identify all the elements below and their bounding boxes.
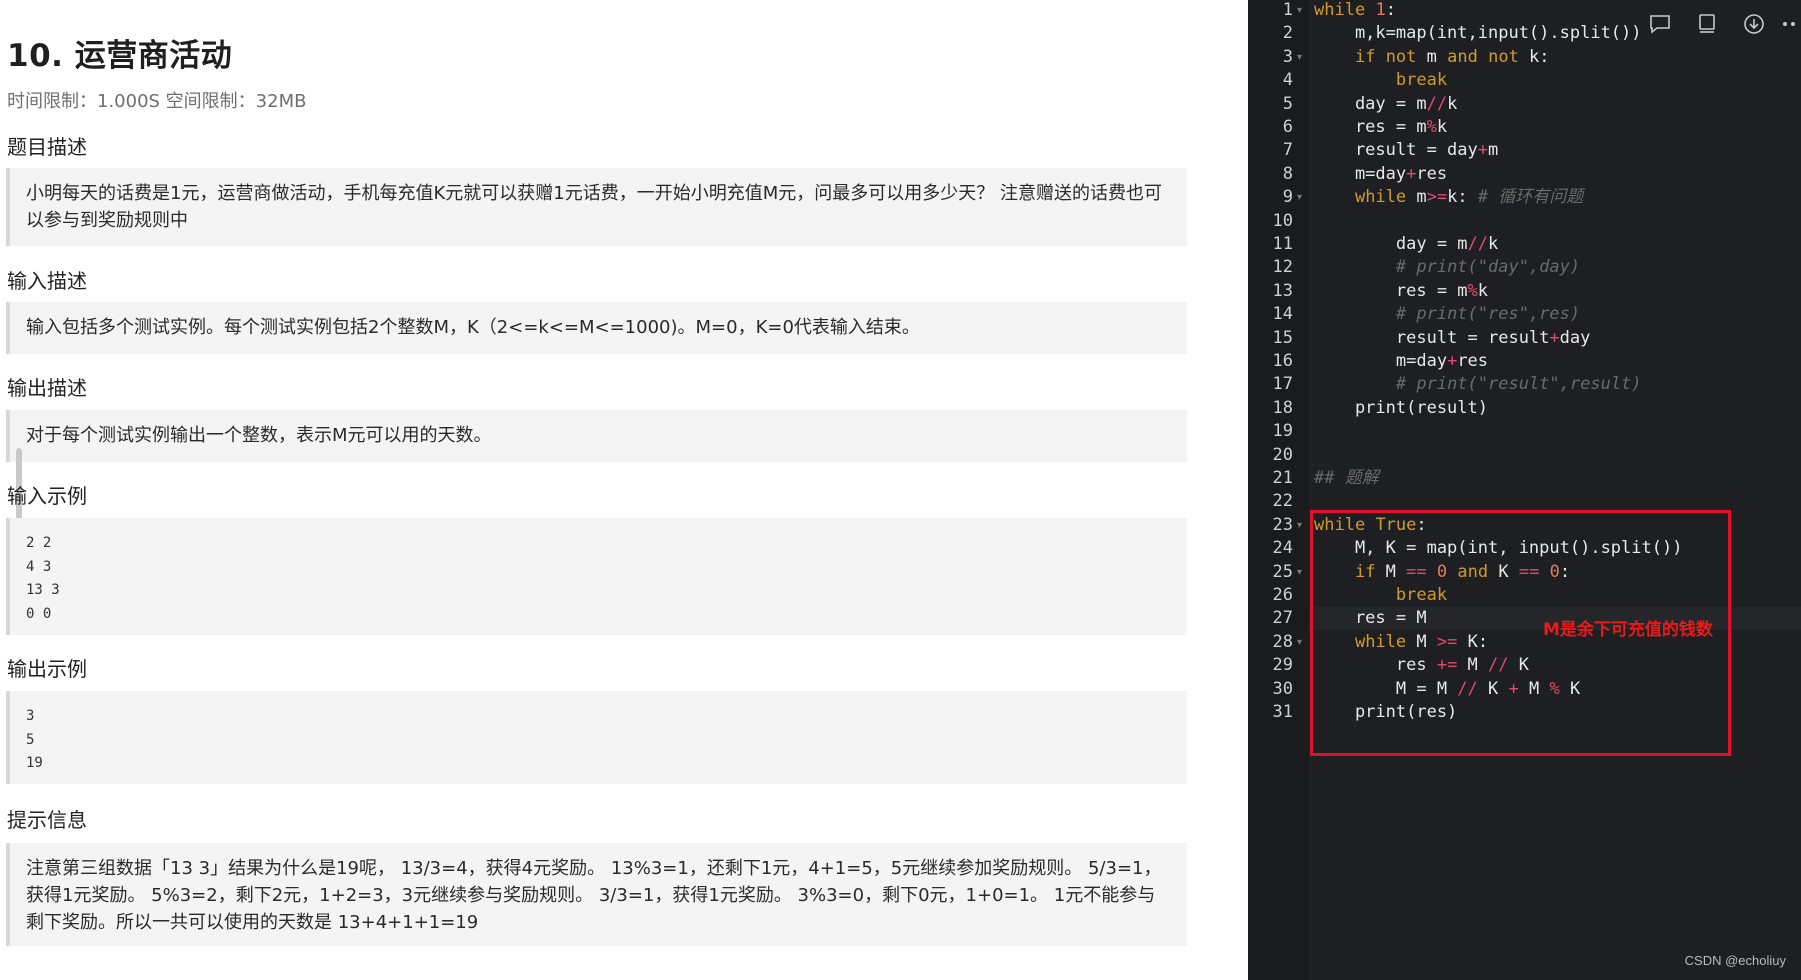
download-icon[interactable] [1730, 8, 1777, 40]
sample-output-text: 3 5 19 [26, 708, 43, 771]
comment-icon[interactable] [1636, 8, 1683, 40]
code-line[interactable]: ## 题解 [1314, 467, 1379, 490]
annotation-label: M是余下可充值的钱数 [1543, 620, 1713, 640]
line-number: 24 [1272, 538, 1293, 559]
watermark: CSDN @echoliuy [1684, 953, 1786, 968]
hint-block: 注意第三组数据「13 3」结果为什么是19呢， 13/3=4，获得4元奖励。 1… [6, 843, 1187, 946]
output-heading: 输出描述 [7, 376, 87, 400]
line-number: 6 [1282, 117, 1293, 137]
problem-panel: 10. 运营商活动 时间限制：1.000S 空间限制：32MB 题目描述 小明每… [0, 0, 1248, 980]
line-number: 26 [1272, 585, 1293, 605]
problem-limits: 时间限制：1.000S 空间限制：32MB [7, 91, 307, 112]
line-number: 29 [1272, 655, 1293, 676]
code-line[interactable]: while 1: [1314, 0, 1396, 22]
output-block: 对于每个测试实例输出一个整数，表示M元可以用的天数。 [6, 410, 1187, 462]
code-line[interactable]: m=day+res [1314, 163, 1447, 186]
desc-block: 小明每天的话费是1元，运营商做活动，手机每充值K元就可以获赠1元话费，一开始小明… [6, 168, 1187, 246]
fold-arrow-icon[interactable]: ▾ [1297, 186, 1302, 209]
line-number: 28 [1272, 631, 1293, 652]
line-number: 17 [1272, 374, 1293, 395]
sample-input-text: 2 2 4 3 13 3 0 0 [26, 535, 60, 622]
line-number: 5 [1282, 93, 1293, 114]
sample-output-block: 3 5 19 [6, 691, 1187, 784]
line-number: 14 [1272, 304, 1293, 325]
code-line[interactable]: m=day+res [1314, 350, 1488, 373]
line-number: 13 [1272, 280, 1293, 301]
line-number: 12 [1272, 257, 1293, 278]
input-text: 输入包括多个测试实例。每个测试实例包括2个整数M，K（2<=k<=M<=1000… [26, 317, 920, 338]
line-number: 25 [1272, 561, 1293, 582]
tablet-icon[interactable] [1683, 8, 1730, 40]
line-number: 16 [1272, 351, 1293, 371]
code-line[interactable]: break [1314, 69, 1447, 92]
line-number: 1 [1282, 0, 1293, 20]
code-line[interactable]: print(result) [1314, 397, 1488, 420]
more-icon[interactable] [1777, 8, 1801, 40]
fold-arrow-icon[interactable]: ▾ [1297, 631, 1302, 654]
line-number: 30 [1272, 678, 1293, 699]
line-number: 2 [1282, 23, 1293, 44]
line-number: 15 [1272, 327, 1293, 348]
line-number: 27 [1272, 608, 1293, 629]
code-line[interactable]: # print("day",day) [1314, 256, 1580, 279]
sample-input-block: 2 2 4 3 13 3 0 0 [6, 518, 1187, 635]
input-block: 输入包括多个测试实例。每个测试实例包括2个整数M，K（2<=k<=M<=1000… [6, 302, 1187, 354]
line-number: 7 [1282, 140, 1293, 161]
output-text: 对于每个测试实例输出一个整数，表示M元可以用的天数。 [26, 425, 492, 446]
sample-input-heading: 输入示例 [7, 484, 87, 508]
line-number: 23 [1272, 514, 1293, 535]
code-line[interactable]: result = day+m [1314, 139, 1498, 162]
desc-heading: 题目描述 [7, 135, 87, 159]
code-line[interactable]: # print("res",res) [1314, 303, 1580, 326]
line-number: 10 [1272, 210, 1293, 231]
fold-arrow-icon[interactable]: ▾ [1297, 514, 1302, 537]
input-heading: 输入描述 [7, 269, 87, 293]
line-number: 9 [1282, 187, 1293, 208]
code-line[interactable]: m,k=map(int,input().split()) [1314, 22, 1642, 45]
code-line[interactable]: res = m%k [1314, 280, 1488, 303]
code-line[interactable]: result = result+day [1314, 327, 1591, 350]
code-line[interactable]: while m>=k: # 循环有问题 [1314, 186, 1583, 209]
line-number: 20 [1272, 444, 1293, 465]
editor-toolbar [1636, 8, 1801, 40]
line-number: 11 [1272, 234, 1293, 254]
line-number: 4 [1282, 70, 1293, 91]
line-number: 21 [1272, 468, 1293, 488]
code-line[interactable]: # print("result",result) [1314, 373, 1642, 396]
line-number: 8 [1282, 163, 1293, 184]
code-line[interactable]: day = m//k [1314, 233, 1498, 256]
sample-output-heading: 输出示例 [7, 657, 87, 681]
line-number: 31 [1272, 702, 1293, 722]
code-line[interactable]: if not m and not k: [1314, 46, 1550, 69]
line-number: 3 [1282, 46, 1293, 67]
desc-text: 小明每天的话费是1元，运营商做活动，手机每充值K元就可以获赠1元话费，一开始小明… [26, 183, 1162, 231]
hint-heading: 提示信息 [7, 808, 87, 832]
fold-arrow-icon[interactable]: ▾ [1297, 46, 1302, 69]
line-number: 19 [1272, 421, 1293, 442]
fold-arrow-icon[interactable]: ▾ [1297, 0, 1302, 22]
problem-title: 10. 运营商活动 [7, 38, 233, 74]
code-line[interactable]: day = m//k [1314, 93, 1457, 116]
fold-arrow-icon[interactable]: ▾ [1297, 561, 1302, 584]
line-number: 22 [1272, 491, 1293, 512]
code-line[interactable]: res = m%k [1314, 116, 1447, 139]
code-editor[interactable]: 1 ▾ 2 3 ▾ 4 5 6 7 8 9 ▾ 10 11 12 13 14 15 16 17 18 19 20 21 22 23… [1248, 0, 1801, 980]
line-number: 18 [1272, 397, 1293, 418]
hint-text: 注意第三组数据「13 3」结果为什么是19呢， 13/3=4，获得4元奖励。 1… [26, 858, 1162, 933]
